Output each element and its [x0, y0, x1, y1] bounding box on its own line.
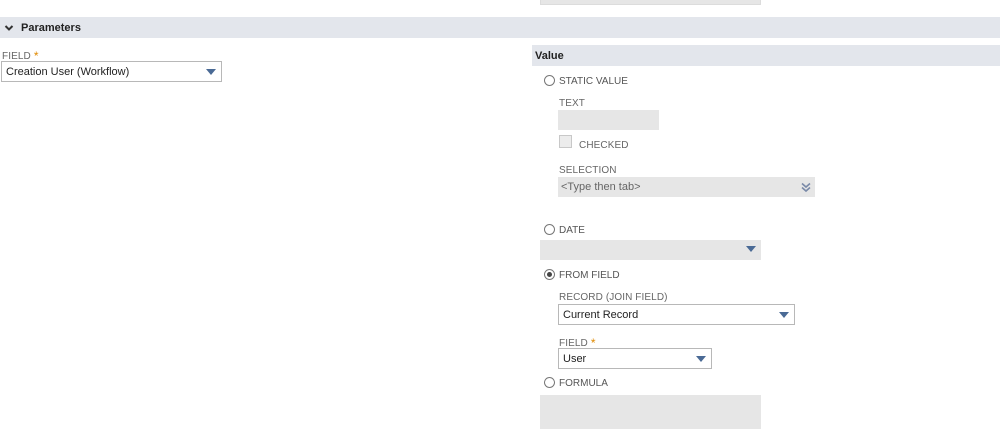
text-label: TEXT [559, 98, 585, 109]
field-label: FIELD * [2, 49, 39, 63]
record-select-value: Current Record [563, 308, 639, 321]
date-select[interactable] [540, 240, 761, 260]
dropdown-caret-icon [206, 69, 216, 75]
top-disabled-field [540, 0, 761, 5]
field-select-value: Creation User (Workflow) [6, 65, 130, 78]
selection-input[interactable]: <Type then tab> [558, 177, 815, 197]
static-value-label: STATIC VALUE [559, 76, 628, 87]
date-radio[interactable] [544, 224, 555, 235]
checked-label: CHECKED [579, 140, 629, 151]
dropdown-caret-icon [746, 246, 756, 252]
section-title: Parameters [21, 21, 81, 34]
date-label: DATE [559, 225, 585, 236]
formula-radio[interactable] [544, 377, 555, 388]
record-join-field-label: RECORD (JOIN FIELD) [559, 292, 668, 303]
selection-placeholder: <Type then tab> [561, 181, 641, 193]
parameters-section-header[interactable]: Parameters [0, 17, 1000, 38]
formula-textarea[interactable] [540, 395, 761, 429]
dropdown-caret-icon [696, 356, 706, 362]
chevron-down-icon[interactable] [4, 23, 14, 33]
field-select[interactable]: Creation User (Workflow) [1, 61, 222, 82]
formula-label: FORMULA [559, 378, 608, 389]
field-select-value: User [563, 352, 587, 365]
text-input[interactable] [558, 110, 659, 130]
dropdown-caret-icon [779, 312, 789, 318]
selection-label: SELECTION [559, 165, 617, 176]
from-field-radio[interactable] [544, 269, 555, 280]
static-value-radio[interactable] [544, 75, 555, 86]
from-field-field-select[interactable]: User [558, 348, 712, 369]
from-field-label: FROM FIELD [559, 270, 620, 281]
value-panel-header: Value [532, 45, 1000, 66]
checked-checkbox[interactable] [559, 135, 572, 148]
from-field-field-label: FIELD * [559, 336, 596, 350]
record-join-field-select[interactable]: Current Record [558, 304, 795, 325]
double-chevron-down-icon [801, 182, 811, 193]
